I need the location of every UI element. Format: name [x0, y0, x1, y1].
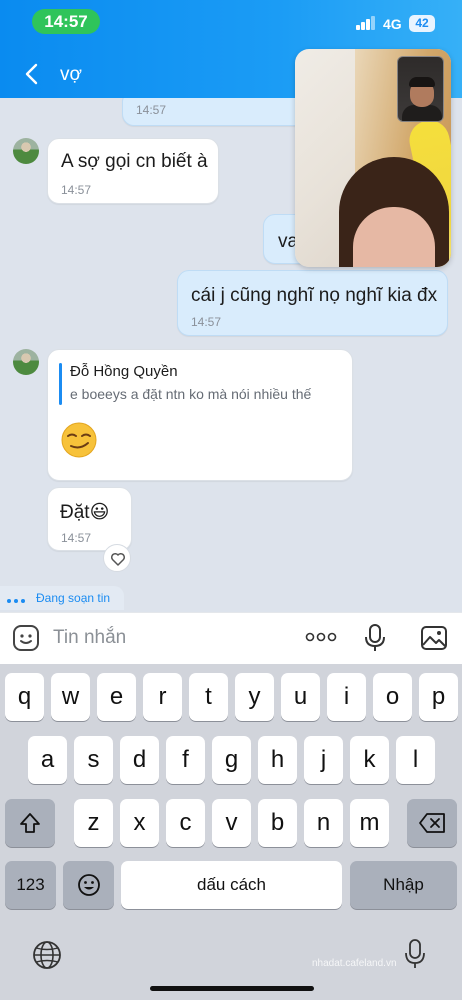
message-bubble-outgoing[interactable]: 14:57	[122, 98, 312, 126]
key-p[interactable]: p	[419, 673, 458, 721]
message-input-bar: Tin nhắn	[0, 612, 462, 664]
key-q[interactable]: q	[5, 673, 44, 721]
key-f[interactable]: f	[166, 736, 205, 784]
key-h[interactable]: h	[258, 736, 297, 784]
keyboard: q w e r t y u i o p a s d f g h j k l z …	[0, 664, 462, 1000]
react-heart-button[interactable]	[103, 544, 131, 572]
key-s[interactable]: s	[74, 736, 113, 784]
chat-title[interactable]: vợ	[60, 64, 82, 86]
globe-icon[interactable]	[32, 940, 62, 970]
key-d[interactable]: d	[120, 736, 159, 784]
key-j[interactable]: j	[304, 736, 343, 784]
more-options-icon[interactable]	[305, 631, 337, 643]
message-text: cái j cũng nghĩ nọ nghĩ kia đx	[191, 285, 438, 306]
avatar[interactable]	[13, 349, 39, 375]
network-type: 4G	[383, 16, 402, 32]
return-key[interactable]: Nhập	[350, 861, 457, 909]
watermark: nhadat.cafeland.vn	[312, 958, 397, 969]
shift-icon	[20, 813, 40, 833]
heart-icon	[110, 552, 126, 566]
message-bubble-incoming[interactable]: Đặt😃 14:57	[47, 487, 132, 551]
key-t[interactable]: t	[189, 673, 228, 721]
key-v[interactable]: v	[212, 799, 251, 847]
key-r[interactable]: r	[143, 673, 182, 721]
home-indicator[interactable]	[150, 986, 314, 991]
avatar[interactable]	[13, 138, 39, 164]
key-k[interactable]: k	[350, 736, 389, 784]
quote-author: Đỗ Hồng Quyền	[70, 363, 178, 380]
shift-key[interactable]	[5, 799, 55, 847]
key-i[interactable]: i	[327, 673, 366, 721]
signal-icon	[356, 14, 376, 30]
key-n[interactable]: n	[304, 799, 343, 847]
message-time: 14:57	[61, 183, 92, 197]
emoji-key[interactable]	[63, 861, 114, 909]
key-g[interactable]: g	[212, 736, 251, 784]
emoji-icon	[77, 874, 100, 896]
back-button[interactable]	[22, 62, 42, 86]
key-o[interactable]: o	[373, 673, 412, 721]
key-m[interactable]: m	[350, 799, 389, 847]
message-time: 14:57	[191, 315, 222, 329]
dictation-icon[interactable]	[404, 938, 426, 970]
typing-dots-icon	[7, 599, 25, 604]
message-input[interactable]: Tin nhắn	[53, 627, 126, 649]
quote-bar	[59, 363, 62, 405]
status-time: 14:57	[32, 9, 100, 34]
key-l[interactable]: l	[396, 736, 435, 784]
message-text: Đặt😃	[60, 502, 110, 523]
quote-text: e boeeys a đặt ntn ko mà nói nhiều thế	[70, 386, 312, 402]
key-w[interactable]: w	[51, 673, 90, 721]
key-u[interactable]: u	[281, 673, 320, 721]
message-time: 14:57	[61, 531, 92, 545]
message-bubble-outgoing[interactable]: cái j cũng nghĩ nọ nghĩ kia đx 14:57	[177, 270, 448, 336]
key-b[interactable]: b	[258, 799, 297, 847]
delete-key[interactable]	[407, 799, 457, 847]
message-bubble-incoming[interactable]: A sợ gọi cn biết à 14:57	[47, 138, 219, 204]
typing-indicator: Đang soạn tin	[0, 586, 124, 610]
message-text: A sợ gọi cn biết à	[61, 151, 208, 172]
key-z[interactable]: z	[74, 799, 113, 847]
key-c[interactable]: c	[166, 799, 205, 847]
sticker-icon[interactable]	[12, 624, 40, 652]
smirk-emoji-icon	[61, 422, 97, 458]
key-e[interactable]: e	[97, 673, 136, 721]
image-icon[interactable]	[420, 625, 448, 651]
video-call-pip[interactable]	[295, 49, 451, 267]
battery-icon: 42	[409, 15, 435, 32]
backspace-icon	[419, 813, 445, 833]
typing-text: Đang soạn tin	[36, 591, 111, 605]
space-key[interactable]: dấu cách	[121, 861, 342, 909]
reply-message-bubble[interactable]: Đỗ Hồng Quyền e boeeys a đặt ntn ko mà n…	[47, 349, 353, 481]
key-a[interactable]: a	[28, 736, 67, 784]
key-y[interactable]: y	[235, 673, 274, 721]
microphone-icon[interactable]	[364, 623, 386, 653]
numbers-key[interactable]: 123	[5, 861, 56, 909]
message-time: 14:57	[136, 103, 167, 117]
key-x[interactable]: x	[120, 799, 159, 847]
self-video-thumbnail[interactable]	[397, 56, 444, 122]
